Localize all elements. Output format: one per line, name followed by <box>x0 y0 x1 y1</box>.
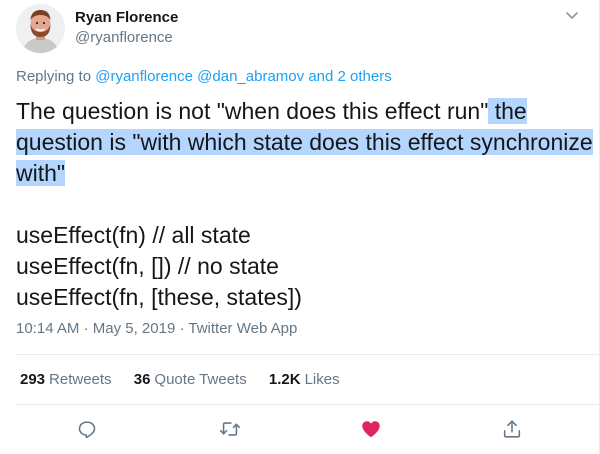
and-others-link[interactable]: and 2 others <box>308 68 391 85</box>
code-line: useEffect(fn, []) // no state <box>16 253 279 279</box>
mention-link[interactable]: @ryanflorence <box>95 68 193 85</box>
avatar[interactable] <box>16 4 65 53</box>
tweet-source[interactable]: Twitter Web App <box>188 320 297 337</box>
tweet-text-plain: The question is not "when does this effe… <box>16 98 489 124</box>
tweet-text: The question is not "when does this effe… <box>16 96 596 313</box>
meta-separator: · <box>83 320 89 337</box>
tweet-text-line: The question is not "when does this effe… <box>16 96 596 127</box>
share-button[interactable] <box>499 416 525 442</box>
retweet-button[interactable] <box>217 416 243 442</box>
likes-count: 1.2K <box>268 371 301 388</box>
code-line: useEffect(fn) // all state <box>16 222 251 248</box>
divider <box>16 404 599 405</box>
reply-icon <box>78 421 96 439</box>
quote-tweets-label: Quote Tweets <box>154 371 247 388</box>
meta-separator: · <box>179 320 185 337</box>
likes-stat[interactable]: 1.2K Likes <box>269 370 340 390</box>
share-icon <box>503 420 521 438</box>
likes-label: Likes <box>304 371 340 388</box>
tweet-text-line: question is "with which state does this … <box>16 127 596 158</box>
timestamp-time[interactable]: 10:14 AM <box>16 320 79 337</box>
tweet-text-line: with" <box>16 158 596 189</box>
retweets-stat[interactable]: 293 Retweets <box>20 370 112 390</box>
tweet-actions <box>0 416 600 442</box>
quote-tweets-count: 36 <box>133 371 151 388</box>
replying-to: Replying to @ryanflorence @dan_abramov a… <box>16 67 392 87</box>
tweet-text-selected: the <box>488 98 527 124</box>
tweet-stats: 293 Retweets 36 Quote Tweets 1.2K Likes <box>20 370 358 390</box>
reply-button[interactable] <box>74 416 100 442</box>
display-name[interactable]: Ryan Florence <box>75 8 178 28</box>
like-icon <box>362 421 380 438</box>
tweet-meta: 10:14 AM · May 5, 2019 · Twitter Web App <box>16 319 297 339</box>
quote-tweets-stat[interactable]: 36 Quote Tweets <box>134 370 247 390</box>
avatar-image <box>16 4 65 53</box>
timestamp-date[interactable]: May 5, 2019 <box>93 320 176 337</box>
tweet: Ryan Florence @ryanflorence Replying to … <box>0 0 600 454</box>
retweets-label: Retweets <box>49 371 112 388</box>
retweet-icon <box>219 422 241 436</box>
more-options-chevron-down-icon[interactable] <box>563 6 581 24</box>
divider <box>16 354 599 355</box>
mention-link[interactable]: @dan_abramov <box>197 68 304 85</box>
code-line: useEffect(fn, [these, states]) <box>16 284 302 310</box>
user-handle[interactable]: @ryanflorence <box>75 28 178 48</box>
replying-prefix: Replying to <box>16 68 92 85</box>
author-info: Ryan Florence @ryanflorence <box>75 8 178 48</box>
tweet-text-selected: question is "with which state does this … <box>16 129 593 155</box>
like-button[interactable] <box>358 416 384 442</box>
tweet-text-selected: with" <box>16 160 66 186</box>
retweets-count: 293 <box>20 371 46 388</box>
